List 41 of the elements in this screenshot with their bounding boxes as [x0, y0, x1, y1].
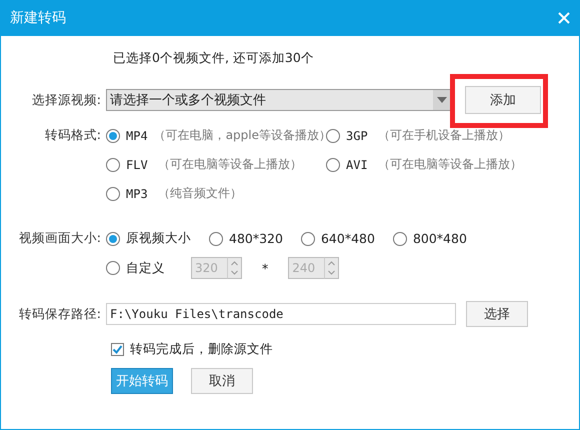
- radio-button[interactable]: [106, 128, 120, 142]
- format-name: 3GP: [346, 128, 369, 142]
- field-label: 视频画面大小:: [18, 230, 102, 247]
- choose-button[interactable]: 选择: [466, 301, 528, 327]
- format-note: （可在电脑，apple等设备播放）: [154, 127, 331, 144]
- path-field[interactable]: F:\Youku Files\transcode: [106, 303, 456, 325]
- checkbox[interactable]: [111, 343, 124, 356]
- cancel-button[interactable]: 取消: [191, 368, 253, 394]
- radio-button[interactable]: [209, 232, 223, 246]
- window-title: 新建转码: [10, 9, 66, 27]
- caret-icon: [437, 97, 447, 103]
- format-name: MP3: [126, 186, 149, 200]
- close-icon[interactable]: [558, 12, 570, 24]
- times-sign: *: [262, 260, 268, 276]
- field-label: 转码格式:: [44, 127, 102, 144]
- format-note: （纯音频文件）: [158, 185, 242, 202]
- spin-arrows-icon[interactable]: [324, 257, 340, 279]
- size-option: 自定义: [126, 260, 165, 276]
- field-label: 选择源视频:: [32, 92, 102, 108]
- format-note: （可在手机设备上播放）: [378, 127, 510, 144]
- field-label: 转码保存路径:: [18, 306, 102, 322]
- radio-button[interactable]: [106, 186, 120, 200]
- radio-button[interactable]: [300, 232, 315, 246]
- size-option: 原视频大小: [126, 230, 191, 247]
- size-option: 800*480: [412, 231, 467, 246]
- selection-info: 已选择0个视频文件, 还可添加30个: [113, 50, 315, 67]
- radio-button[interactable]: [392, 232, 407, 246]
- radio-button[interactable]: [326, 128, 340, 142]
- format-note: （可在电脑等设备上播放）: [158, 156, 302, 173]
- size-option: 640*480: [320, 231, 375, 246]
- radio-button[interactable]: [106, 158, 120, 172]
- format-name: MP4: [126, 128, 148, 142]
- format-name: AVI: [346, 158, 369, 172]
- add-button[interactable]: 添加: [465, 86, 541, 114]
- size-option: 480*320: [229, 231, 283, 246]
- format-name: FLV: [126, 158, 149, 172]
- format-note: （可在电脑等设备上播放）: [378, 156, 522, 173]
- source-dropdown[interactable]: 请选择一个或多个视频文件: [106, 89, 452, 111]
- checkbox-label: 转码完成后，删除源文件: [130, 341, 273, 358]
- radio-button[interactable]: [326, 158, 340, 172]
- radio-button[interactable]: [106, 232, 120, 246]
